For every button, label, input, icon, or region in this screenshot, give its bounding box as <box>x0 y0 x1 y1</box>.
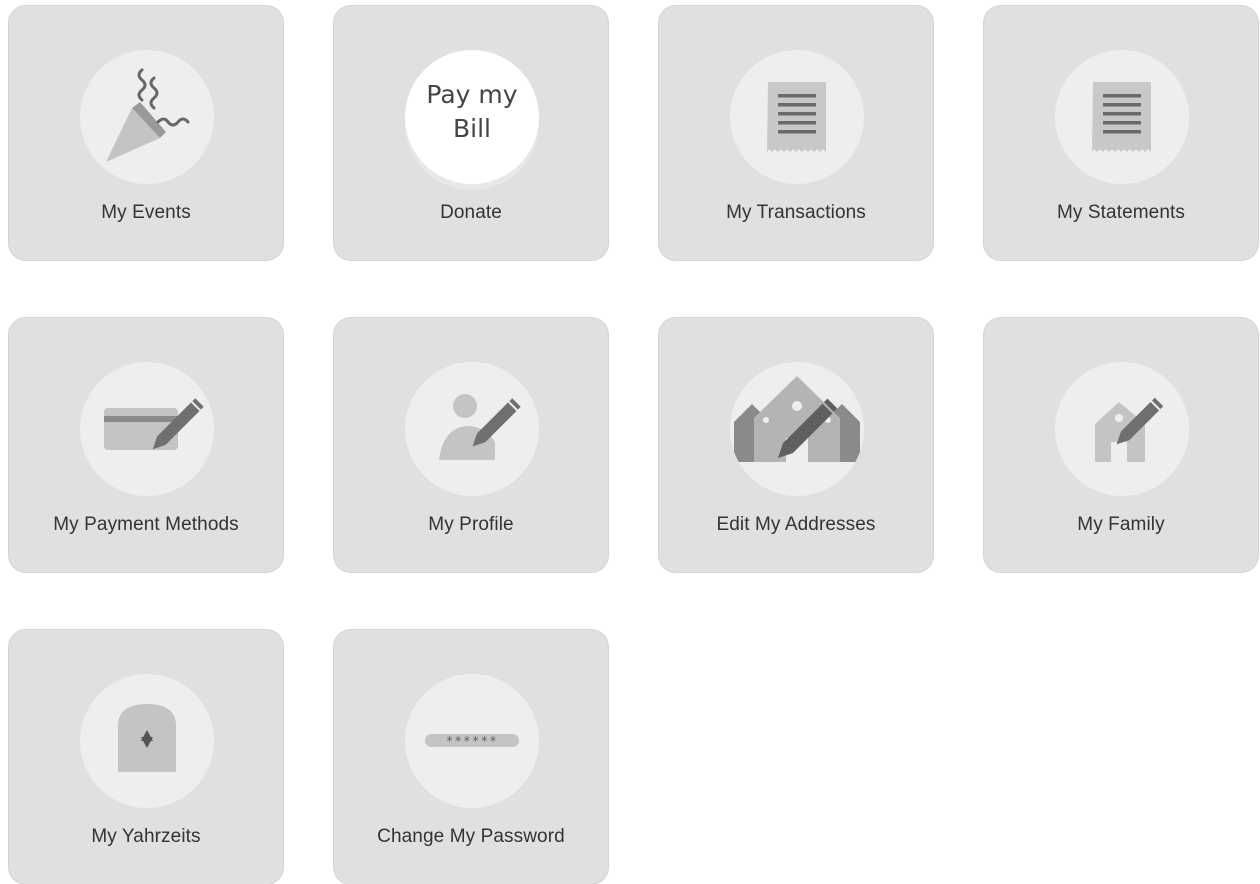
tile-label: My Transactions <box>726 202 866 223</box>
icon-circle <box>80 50 214 184</box>
dashboard-tile-grid: My Events Pay my Bill Donate My Transact… <box>0 0 1260 884</box>
icon-circle <box>730 362 864 496</box>
password-mask-text: ****** <box>446 734 498 748</box>
credit-card-edit-icon <box>104 398 204 450</box>
headstone-star-icon <box>118 704 176 772</box>
tile-label: My Profile <box>428 514 514 535</box>
tile-donate[interactable]: Pay my Bill Donate <box>333 5 609 261</box>
tile-my-profile[interactable]: My Profile <box>333 317 609 573</box>
receipt-icon <box>1092 82 1151 152</box>
house-edit-icon <box>1095 397 1164 462</box>
tile-my-family[interactable]: My Family <box>983 317 1259 573</box>
tile-my-transactions[interactable]: My Transactions <box>658 5 934 261</box>
tile-label: My Yahrzeits <box>91 826 201 847</box>
icon-circle: ****** <box>405 674 539 808</box>
tile-label: My Family <box>1077 514 1165 535</box>
tile-my-payment-methods[interactable]: My Payment Methods <box>8 317 284 573</box>
tile-my-events[interactable]: My Events <box>8 5 284 261</box>
icon-circle <box>1055 50 1189 184</box>
tile-label: My Statements <box>1056 202 1185 223</box>
bill-text-line-1: Pay my <box>426 80 518 109</box>
icon-circle <box>80 674 214 808</box>
tile-label: Change My Password <box>377 826 565 847</box>
icon-circle <box>730 50 864 184</box>
tile-my-yahrzeits[interactable]: My Yahrzeits <box>8 629 284 884</box>
pay-my-bill-badge: Pay my Bill <box>405 50 539 184</box>
icon-circle <box>405 362 539 496</box>
tile-my-statements[interactable]: My Statements <box>983 5 1259 261</box>
tile-edit-my-addresses[interactable]: Edit My Addresses <box>658 317 934 573</box>
icon-circle <box>80 362 214 496</box>
tile-label: Edit My Addresses <box>716 514 876 535</box>
receipt-icon <box>767 82 826 152</box>
password-field-icon: ****** <box>425 734 519 748</box>
tile-label: Donate <box>440 202 502 223</box>
tile-label: My Events <box>101 202 191 223</box>
party-popper-icon <box>106 68 190 162</box>
tile-change-my-password[interactable]: ****** Change My Password <box>333 629 609 884</box>
user-edit-icon <box>439 394 521 460</box>
icon-circle <box>1055 362 1189 496</box>
bill-text-line-2: Bill <box>453 114 491 143</box>
houses-edit-icon <box>734 376 860 462</box>
tile-label: My Payment Methods <box>53 514 239 535</box>
pay-my-bill-text: Pay my Bill <box>405 78 539 146</box>
